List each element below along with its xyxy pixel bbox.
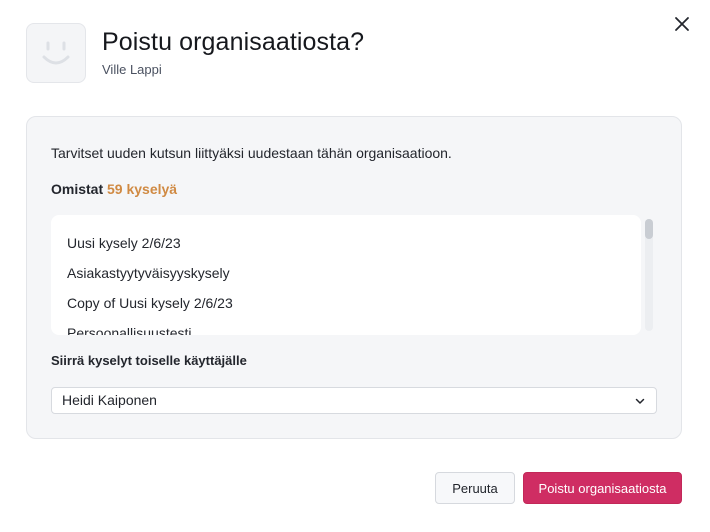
- dialog-title: Poistu organisaatiosta?: [102, 28, 365, 56]
- user-name: Ville Lappi: [102, 62, 162, 77]
- close-button[interactable]: [670, 12, 694, 36]
- list-item: Asiakastyytyväisyyskysely: [67, 265, 230, 281]
- survey-list[interactable]: Uusi kysely 2/6/23 Asiakastyytyväisyysky…: [51, 215, 641, 335]
- avatar: [26, 23, 86, 83]
- transfer-label: Siirrä kyselyt toiselle käyttäjälle: [51, 353, 247, 368]
- survey-list-scrollbar[interactable]: [645, 219, 653, 331]
- transfer-user-value: Heidi Kaiponen: [62, 392, 157, 408]
- chevron-down-icon: [635, 398, 645, 404]
- close-icon: [675, 17, 689, 31]
- info-text: Tarvitset uuden kutsun liittyäksi uudest…: [51, 145, 452, 161]
- cancel-button[interactable]: Peruuta: [435, 472, 515, 504]
- scrollbar-thumb[interactable]: [645, 219, 653, 239]
- leave-organization-button[interactable]: Poistu organisaatiosta: [523, 472, 682, 504]
- leave-info-panel: Tarvitset uuden kutsun liittyäksi uudest…: [26, 116, 682, 439]
- smiley-face-icon: [42, 41, 70, 65]
- owned-survey-count: 59 kyselyä: [107, 181, 178, 197]
- list-item: Persoonallisuustesti: [67, 325, 192, 335]
- owned-surveys-summary: Omistat 59 kyselyä: [51, 181, 177, 197]
- list-item: Uusi kysely 2/6/23: [67, 235, 181, 251]
- transfer-user-select[interactable]: Heidi Kaiponen: [51, 387, 657, 414]
- list-item: Copy of Uusi kysely 2/6/23: [67, 295, 233, 311]
- owns-prefix: Omistat: [51, 181, 104, 197]
